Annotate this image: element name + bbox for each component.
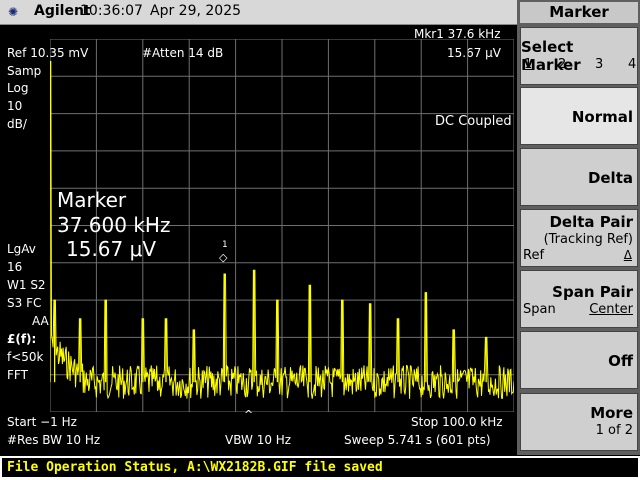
marker-number: 1 <box>222 240 228 250</box>
video-bandwidth: VBW 10 Hz <box>225 433 292 447</box>
fft-label: FFT <box>7 368 28 382</box>
scale-unit: dB/ <box>7 117 27 131</box>
resolution-bandwidth: #Res BW 10 Hz <box>7 433 101 447</box>
marker-option-2: 2 <box>558 57 567 72</box>
delta-label: Delta <box>587 169 633 187</box>
center-option: Center <box>589 302 633 317</box>
more-softkey[interactable]: More 1 of 2 <box>520 393 638 451</box>
ref-option: Ref <box>523 248 545 263</box>
corrections-label: £(f): <box>7 332 37 346</box>
normal-label: Normal <box>571 108 633 126</box>
marker-title: Marker <box>57 188 127 212</box>
marker-frequency: 37.600 kHz <box>57 213 171 237</box>
select-marker-label: Select Marker <box>521 38 581 74</box>
detector-mode: Samp <box>7 64 42 78</box>
delta-pair-label: Delta Pair <box>549 213 633 231</box>
status-bar: File Operation Status, A:\WX2182B.GIF fi… <box>2 458 638 477</box>
span-pair-softkey[interactable]: Span Pair Span Center <box>520 270 638 328</box>
more-label: More <box>590 404 633 422</box>
average-count: 16 <box>7 260 23 274</box>
clock-date: Apr 29, 2025 <box>150 3 242 19</box>
span-pair-label: Span Pair <box>552 283 633 301</box>
marker-amplitude-large: 15.67 μV <box>66 237 157 261</box>
caret-icon: ^ <box>244 408 254 421</box>
average-label: LgAv <box>7 242 36 256</box>
scale-value: 10 <box>7 99 23 113</box>
scale-type: Log <box>7 81 29 95</box>
title-bar: ✺ Agilent 10:36:07 Apr 29, 2025 <box>0 0 517 25</box>
freq-limit: f<50k <box>7 350 44 364</box>
trace-w1: W1 S2 <box>7 278 46 292</box>
trace-aa: AA <box>32 314 49 328</box>
marker-option-3: 3 <box>595 57 604 72</box>
more-page: 1 of 2 <box>595 423 633 438</box>
softkey-menu-title: Marker <box>520 2 638 23</box>
delta-softkey[interactable]: Delta <box>520 148 638 206</box>
marker-option-4: 4 <box>628 57 637 72</box>
select-marker-softkey[interactable]: Select Marker 1 2 3 4 <box>520 27 638 85</box>
trace-s3: S3 FC <box>7 296 42 310</box>
clock-time: 10:36:07 <box>80 3 143 19</box>
normal-softkey[interactable]: Normal <box>520 87 638 145</box>
off-label: Off <box>608 352 633 370</box>
coupling-label: DC Coupled <box>435 114 512 129</box>
marker-option-1: 1 <box>524 57 533 72</box>
off-softkey[interactable]: Off <box>520 331 638 389</box>
delta-pair-softkey[interactable]: Delta Pair (Tracking Ref) Ref Δ <box>520 209 638 267</box>
agilent-spark-icon: ✺ <box>8 5 19 19</box>
marker-diamond-icon: ◇ <box>219 251 228 264</box>
sweep-time: Sweep 5.741 s (601 pts) <box>344 433 491 447</box>
tracking-ref-label: (Tracking Ref) <box>543 232 633 247</box>
delta-option: Δ <box>623 248 632 262</box>
stop-frequency: Stop 100.0 kHz <box>411 415 503 429</box>
start-frequency: Start −1 Hz <box>7 415 77 429</box>
span-option: Span <box>523 302 556 317</box>
